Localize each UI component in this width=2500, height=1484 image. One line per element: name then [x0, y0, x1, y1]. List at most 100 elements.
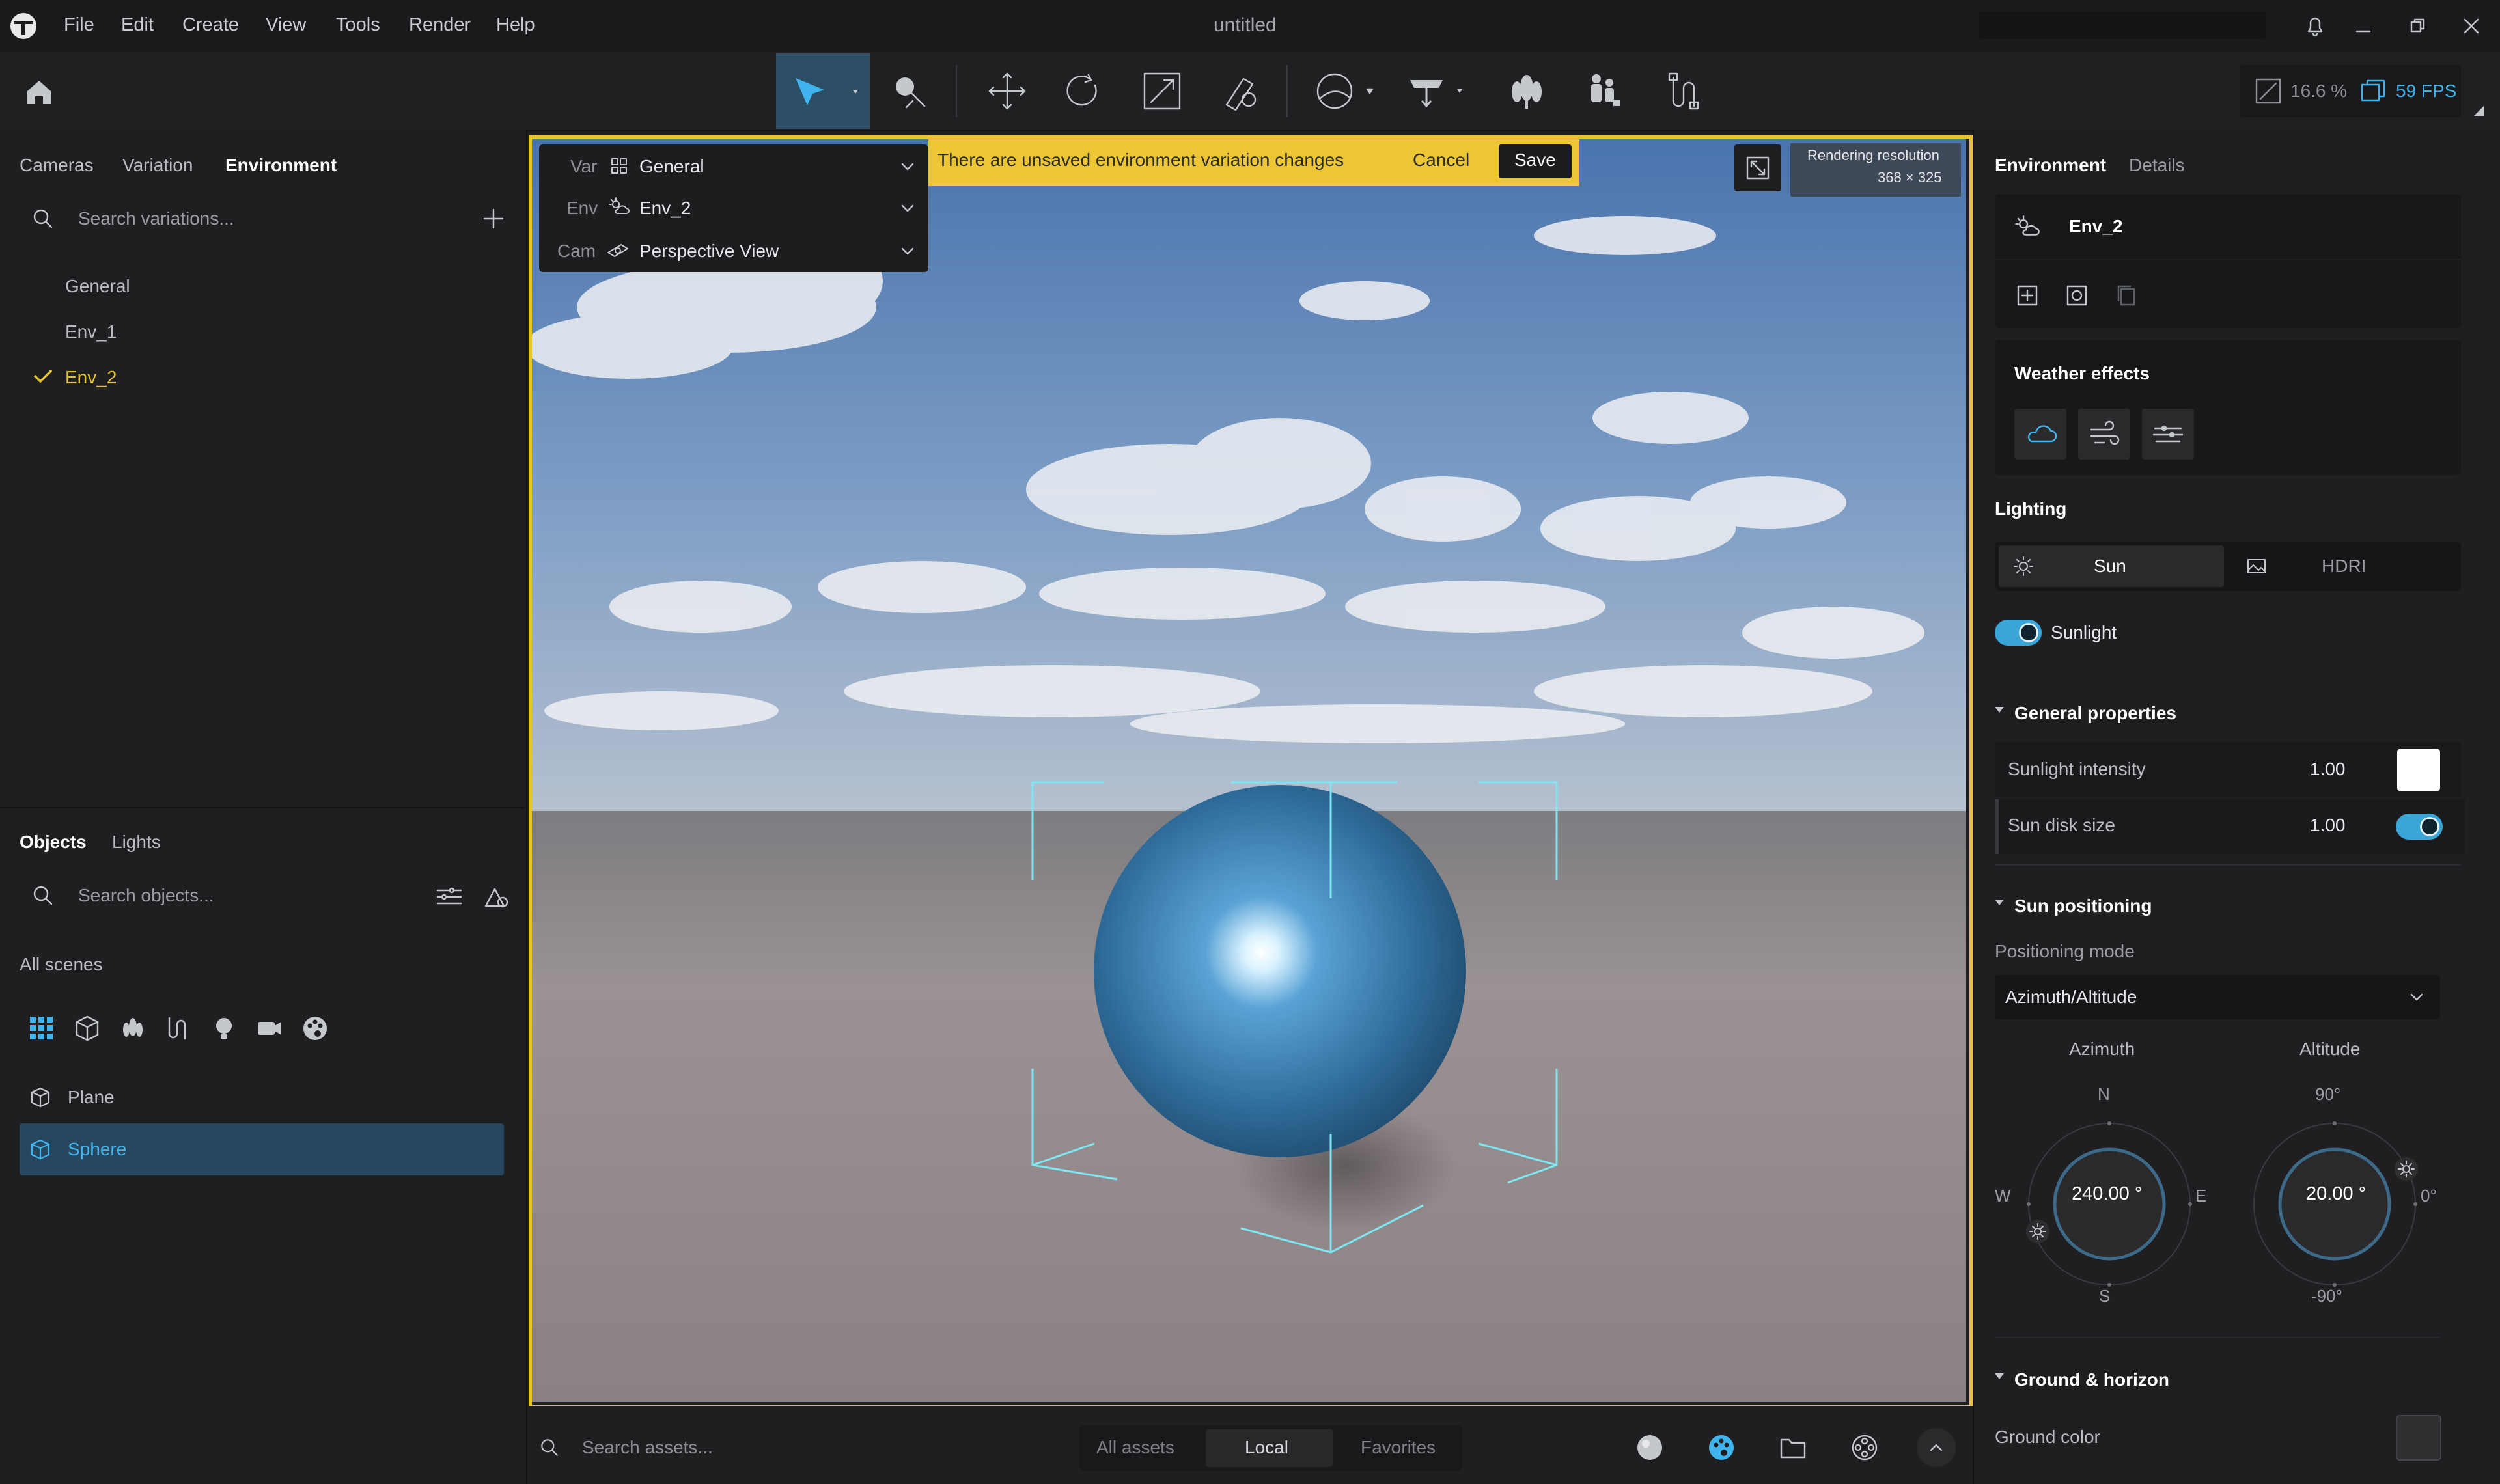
select-tool-button[interactable]	[776, 53, 870, 129]
film-reel-icon[interactable]	[1850, 1433, 1879, 1462]
app-logo-icon[interactable]	[9, 12, 38, 40]
path-tool-icon[interactable]	[1654, 59, 1712, 124]
tree-icon[interactable]	[118, 1014, 147, 1043]
chevron-down-icon[interactable]	[897, 156, 918, 177]
tab-environment[interactable]: Environment	[225, 155, 337, 176]
sunlight-color-swatch[interactable]	[2397, 749, 2440, 791]
trees-tool-icon[interactable]	[1497, 59, 1556, 124]
close-icon[interactable]	[2458, 13, 2484, 39]
scale-tool-icon[interactable]	[1133, 59, 1191, 124]
sun-disk-size-input[interactable]: 1.00	[2310, 815, 2346, 836]
asset-tab-favorites[interactable]: Favorites	[1361, 1437, 1436, 1458]
home-icon[interactable]	[20, 73, 59, 112]
lightbulb-icon[interactable]	[210, 1014, 238, 1043]
variation-item-general[interactable]: General	[65, 276, 130, 297]
env-select[interactable]: Env_2	[639, 198, 691, 219]
shapes-icon[interactable]	[482, 883, 510, 911]
ground-color-swatch[interactable]	[2396, 1415, 2441, 1461]
measure-tool-icon[interactable]	[1211, 59, 1270, 124]
altitude-value[interactable]: 20.00 °	[2306, 1183, 2366, 1205]
title-search-box[interactable]	[1979, 12, 2266, 39]
tab-lights[interactable]: Lights	[112, 832, 161, 853]
weather-fog-button[interactable]	[2142, 409, 2194, 460]
search-variations-input[interactable]: Search variations...	[78, 208, 234, 229]
paint-tool-icon[interactable]	[880, 59, 939, 124]
lighting-mode-sun-label[interactable]: Sun	[2094, 556, 2126, 577]
sun-positioning-header[interactable]: Sun positioning	[2014, 896, 2152, 916]
collapse-arrow-icon[interactable]	[1995, 1373, 2004, 1379]
asset-tab-local[interactable]: Local	[1245, 1437, 1288, 1458]
asset-tab-all[interactable]: All assets	[1096, 1437, 1174, 1458]
minimize-icon[interactable]	[2350, 13, 2376, 39]
all-objects-grid-icon[interactable]	[27, 1014, 56, 1043]
palette-icon[interactable]	[1707, 1433, 1736, 1462]
tab-objects[interactable]: Objects	[20, 832, 87, 853]
menu-edit[interactable]: Edit	[121, 14, 154, 36]
cam-select[interactable]: Perspective View	[639, 241, 779, 262]
menu-create[interactable]: Create	[182, 14, 239, 36]
sunlight-intensity-input[interactable]: 1.00	[2310, 759, 2346, 780]
tab-environment-props[interactable]: Environment	[1995, 155, 2106, 176]
sphere-material-icon[interactable]	[1635, 1433, 1664, 1462]
fullscreen-button[interactable]	[1734, 144, 1781, 191]
panel-divider	[0, 807, 525, 808]
positioning-mode-label: Positioning mode	[1995, 941, 2135, 961]
object-item-plane[interactable]: Plane	[68, 1087, 115, 1108]
copy-environment-icon[interactable]	[2113, 282, 2139, 309]
menu-view[interactable]: View	[266, 14, 306, 36]
azimuth-value[interactable]: 240.00 °	[2072, 1183, 2142, 1205]
move-tool-icon[interactable]	[978, 59, 1036, 124]
search-assets-input[interactable]: Search assets...	[582, 1437, 713, 1458]
image-icon[interactable]	[2245, 555, 2268, 578]
expand-assets-button[interactable]	[1917, 1428, 1956, 1467]
rotate-tool-icon[interactable]	[1055, 59, 1113, 124]
light-tool-icon[interactable]	[1400, 59, 1471, 124]
path-icon[interactable]	[164, 1014, 193, 1043]
palette-icon[interactable]	[301, 1014, 329, 1043]
add-variation-icon[interactable]	[480, 206, 507, 232]
cube-icon[interactable]	[73, 1014, 102, 1043]
menu-render[interactable]: Render	[409, 14, 471, 36]
collapse-arrow-icon[interactable]	[1995, 900, 2004, 905]
duplicate-environment-icon[interactable]	[2064, 282, 2090, 309]
chevron-down-icon[interactable]	[897, 241, 918, 262]
ground-horizon-header[interactable]: Ground & horizon	[2014, 1369, 2169, 1390]
camera-icon[interactable]	[255, 1014, 284, 1043]
chevron-down-icon[interactable]	[897, 198, 918, 219]
azimuth-sun-handle[interactable]	[2026, 1220, 2049, 1243]
chevron-down-icon[interactable]	[2406, 987, 2427, 1008]
viewport-3d[interactable]	[531, 138, 1966, 1402]
general-properties-header[interactable]: General properties	[2014, 703, 2176, 724]
add-environment-icon[interactable]	[2014, 282, 2040, 309]
filter-icon[interactable]	[435, 883, 464, 911]
sun-disk-toggle[interactable]	[2396, 814, 2443, 840]
cancel-button[interactable]: Cancel	[1413, 150, 1469, 171]
tab-variation[interactable]: Variation	[122, 155, 193, 176]
menu-help[interactable]: Help	[496, 14, 535, 36]
material-tool-icon[interactable]	[1309, 59, 1380, 124]
save-button-label[interactable]: Save	[1514, 150, 1556, 171]
altitude-sun-handle[interactable]	[2395, 1157, 2418, 1181]
object-item-sphere[interactable]: Sphere	[68, 1139, 126, 1160]
menu-file[interactable]: File	[64, 14, 94, 36]
cube-icon	[29, 1138, 52, 1161]
all-scenes-label[interactable]: All scenes	[20, 954, 103, 975]
var-select[interactable]: General	[639, 156, 704, 177]
lighting-mode-hdri-label[interactable]: HDRI	[2322, 556, 2366, 577]
collapse-arrow-icon[interactable]	[1995, 707, 2004, 713]
people-tool-icon[interactable]	[1574, 59, 1633, 124]
sunlight-toggle[interactable]	[1995, 620, 2042, 646]
notification-bell-icon[interactable]	[2301, 12, 2329, 40]
variation-item-env1[interactable]: Env_1	[65, 322, 117, 342]
weather-clouds-button[interactable]	[2014, 409, 2066, 460]
folder-icon[interactable]	[1779, 1433, 1807, 1462]
search-objects-input[interactable]: Search objects...	[78, 885, 214, 906]
tab-details[interactable]: Details	[2129, 155, 2185, 176]
weather-wind-button[interactable]	[2078, 409, 2130, 460]
menu-tools[interactable]: Tools	[336, 14, 380, 36]
env-name[interactable]: Env_2	[2069, 216, 2123, 237]
variation-item-env2[interactable]: Env_2	[65, 367, 117, 388]
toolbar-corner-icon[interactable]	[2474, 105, 2484, 116]
restore-icon[interactable]	[2405, 13, 2431, 39]
tab-cameras[interactable]: Cameras	[20, 155, 94, 176]
